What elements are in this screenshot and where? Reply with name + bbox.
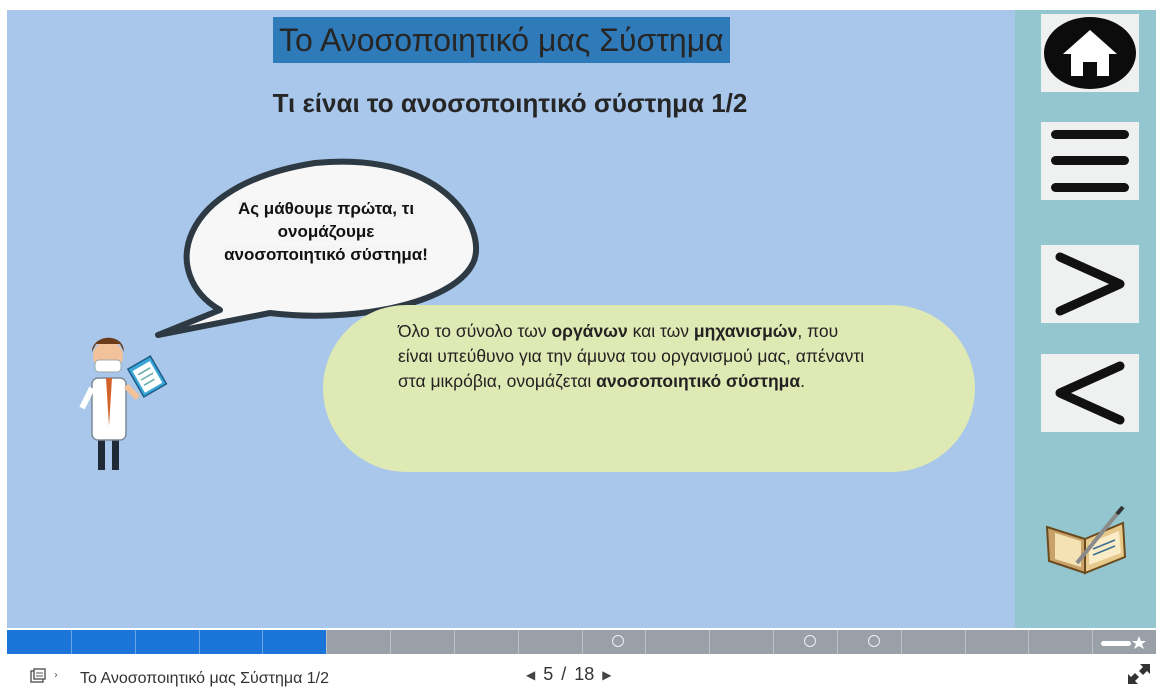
progress-segment-divider (901, 630, 902, 654)
bubble-text: Ας μάθουμε πρώτα, τι ονομάζουμε ανοσοποι… (196, 197, 456, 266)
progress-segment-divider (837, 630, 838, 654)
previous-icon (1055, 361, 1125, 425)
page-indicator: ◀ 5 / 18 ▶ (526, 664, 612, 685)
bookmark-dot[interactable] (868, 635, 880, 647)
progress-segment-divider (965, 630, 966, 654)
page-separator: / (561, 664, 567, 684)
next-icon (1055, 252, 1125, 316)
progress-fill (7, 630, 327, 654)
progress-segment-divider (326, 630, 327, 654)
progress-segment-divider (518, 630, 519, 654)
info-bold-term: μηχανισμών (693, 321, 798, 341)
home-button[interactable] (1041, 14, 1139, 92)
slide-title: Το Ανοσοποιητικό μας Σύστημα (273, 17, 730, 63)
slides-list-icon[interactable]: › (30, 668, 64, 684)
prev-page-arrow-icon[interactable]: ◀ (526, 668, 535, 682)
total-pages: 18 (574, 664, 595, 684)
progress-segment-divider (582, 630, 583, 654)
progress-segment-divider (1028, 630, 1029, 654)
menu-icon (1051, 130, 1129, 192)
next-button[interactable] (1041, 245, 1139, 323)
progress-segment-divider (199, 630, 200, 654)
progress-segment-divider (71, 630, 72, 654)
info-text-part: . (800, 371, 806, 391)
info-bold-term: ανοσοποιητικό σύστημα (596, 371, 801, 391)
info-bold-term: οργάνων (551, 321, 628, 341)
star-bookmark-icon[interactable] (1101, 636, 1147, 650)
doctor-character (79, 337, 168, 470)
progress-segment-divider (135, 630, 136, 654)
home-icon (1044, 17, 1136, 89)
slide-subtitle: Τι είναι το ανοσοποιητικό σύστημα 1/2 (272, 88, 748, 118)
progress-segment-divider (1092, 630, 1093, 654)
info-text-part: και των (627, 321, 694, 341)
next-page-arrow-icon[interactable]: ▶ (602, 668, 611, 682)
notebook-button[interactable] (1041, 505, 1129, 577)
progress-segment-divider (262, 630, 263, 654)
progress-segment-divider (645, 630, 646, 654)
current-page: 5 (543, 664, 554, 684)
breadcrumb-title: Το Ανοσοποιητικό μας Σύστημα 1/2 (80, 670, 330, 687)
bubble-line: ονομάζουμε (277, 222, 375, 241)
bubble-line: ανοσοποιητικό σύστημα! (224, 245, 428, 264)
progress-segment-divider (773, 630, 774, 654)
menu-button[interactable] (1041, 122, 1139, 200)
info-text-part: Όλο το σύνολο των (398, 321, 552, 341)
progress-bar[interactable] (7, 630, 1156, 654)
progress-segment-divider (390, 630, 391, 654)
notebook-icon (1045, 505, 1127, 575)
progress-segment-divider (709, 630, 710, 654)
progress-segment-divider (454, 630, 455, 654)
svg-text:›: › (54, 670, 58, 681)
previous-button[interactable] (1041, 354, 1139, 432)
info-text: Όλο το σύνολο των οργάνων και των μηχανι… (398, 319, 868, 394)
fullscreen-icon[interactable] (1128, 664, 1150, 684)
bookmark-dot[interactable] (612, 635, 624, 647)
bubble-line: Ας μάθουμε πρώτα, τι (237, 199, 415, 218)
bookmark-dot[interactable] (804, 635, 816, 647)
